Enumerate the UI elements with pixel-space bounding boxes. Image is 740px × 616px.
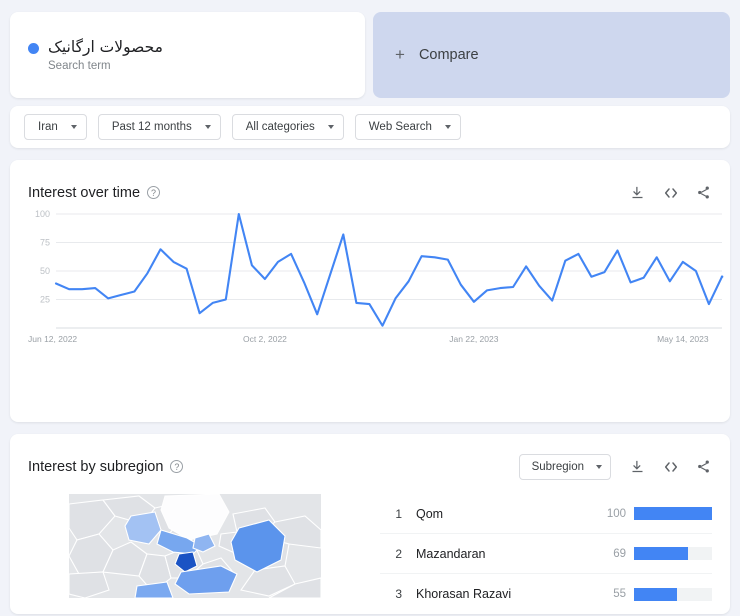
filter-category-label: All categories [245, 121, 315, 133]
chevron-down-icon [204, 125, 211, 129]
subregion-dropdown[interactable]: Subregion [518, 453, 611, 480]
table-row[interactable]: 1 Qom 100 [380, 494, 712, 534]
chevron-down-icon [70, 125, 77, 129]
y-axis-tick-label: 25 [40, 295, 50, 305]
search-term-subtitle: Search term [48, 60, 111, 72]
subregion-title: Interest by subregion [28, 458, 164, 475]
interest-over-time-chart: 25 50 75 100 Jun 12, 2022 Oct 2, 2022 Jan 22, … [10, 206, 730, 401]
filter-time-range[interactable]: Past 12 months [97, 114, 221, 140]
help-icon[interactable]: ? [170, 460, 184, 473]
search-term-title: محصولات ارگانیک [48, 38, 163, 56]
row-bar-fill [634, 587, 677, 601]
compare-label: Compare [418, 47, 479, 63]
search-header: محصولات ارگانیک Search term + Compare [10, 12, 730, 98]
choropleth-map[interactable] [69, 494, 321, 598]
interest-by-subregion-card: Interest by subregion ? Subregion 1 Qom … [10, 434, 730, 614]
filter-search-type-label: Web Search [368, 121, 432, 133]
y-axis-tick-label: 100 [35, 209, 50, 219]
chevron-down-icon [596, 464, 602, 469]
compare-button[interactable]: + Compare [373, 12, 730, 98]
plus-icon: + [395, 45, 405, 64]
row-value: 100 [606, 507, 626, 520]
time-series-svg: 25 50 75 100 Jun 12, 2022 Oct 2, 2022 Jan 22, … [28, 209, 724, 344]
series-line [54, 212, 724, 327]
filter-bar: Iran Past 12 months All categories Web S… [10, 106, 730, 148]
row-bar-track [634, 547, 712, 560]
download-icon[interactable] [629, 184, 646, 201]
search-term-card[interactable]: محصولات ارگانیک Search term [10, 12, 365, 98]
table-row[interactable]: 3 Khorasan Razavi 55 [380, 574, 712, 614]
filter-time-range-label: Past 12 months [111, 121, 192, 133]
share-icon[interactable] [695, 458, 712, 475]
table-row[interactable]: 2 Mazandaran 69 [380, 534, 712, 574]
y-axis-tick-label: 50 [40, 266, 50, 276]
x-axis-tick-label: Jan 22, 2023 [449, 334, 498, 344]
embed-icon[interactable] [662, 458, 679, 475]
share-icon[interactable] [695, 184, 712, 201]
embed-icon[interactable] [662, 184, 679, 201]
x-axis-tick-label: Jun 12, 2022 [28, 334, 77, 344]
map-svg [69, 494, 321, 598]
chevron-down-icon [327, 125, 334, 129]
row-region-name: Mazandaran [416, 546, 486, 561]
trends-page: محصولات ارگانیک Search term + Compare Ir… [0, 0, 740, 616]
chevron-down-icon [444, 125, 451, 129]
row-bar-track [634, 587, 712, 601]
interest-over-time-card: Interest over time ? 25 50 75 100 Jun 12… [10, 160, 730, 422]
row-bar-fill [634, 547, 688, 560]
row-rank: 1 [395, 506, 402, 521]
row-region-name: Qom [416, 506, 444, 521]
row-rank: 2 [395, 546, 402, 561]
subregion-list: 1 Qom 100 2 Mazandaran 69 3 Khorasan Raz… [380, 494, 730, 601]
filter-region-label: Iran [38, 121, 58, 133]
series-color-dot [28, 43, 39, 54]
filter-search-type[interactable]: Web Search [354, 114, 461, 140]
subregion-dropdown-label: Subregion [531, 460, 584, 473]
row-value: 55 [613, 588, 626, 600]
download-icon[interactable] [629, 458, 646, 475]
row-region-name: Khorasan Razavi [416, 587, 512, 601]
help-icon[interactable]: ? [147, 186, 161, 199]
interest-by-subregion-header: Interest by subregion ? Subregion [10, 434, 730, 480]
row-value: 69 [613, 547, 626, 560]
filter-category[interactable]: All categories [231, 114, 344, 140]
row-bar-track [634, 507, 712, 520]
row-bar-fill [634, 507, 712, 520]
page-title: Interest over time [28, 184, 141, 201]
filter-region[interactable]: Iran [24, 114, 87, 140]
x-axis-tick-label: Oct 2, 2022 [243, 334, 287, 344]
x-axis-tick-label: May 14, 2023 [657, 334, 709, 344]
row-rank: 3 [395, 587, 402, 601]
interest-over-time-header: Interest over time ? [10, 160, 730, 206]
subregion-body: 1 Qom 100 2 Mazandaran 69 3 Khorasan Raz… [10, 480, 730, 601]
y-axis-tick-label: 75 [40, 238, 50, 248]
subregion-map-column [10, 494, 380, 600]
